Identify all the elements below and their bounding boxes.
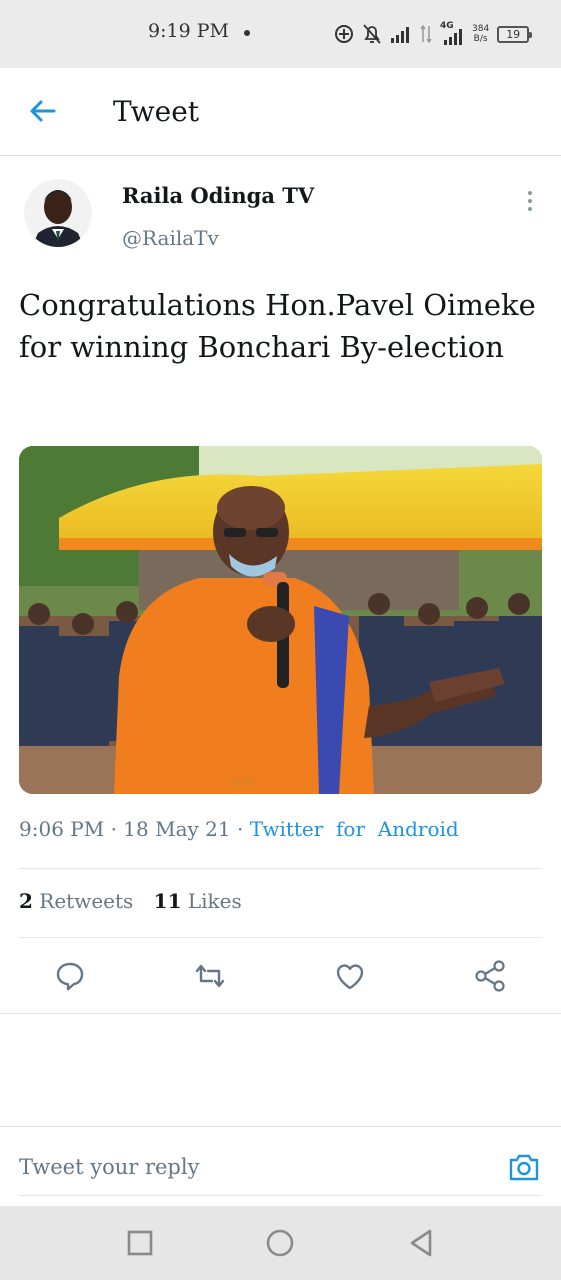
reply-button[interactable] xyxy=(52,958,88,994)
battery-icon: 19 xyxy=(497,25,533,43)
status-bar: 9:19 PM 4G 384 B/s 19 xyxy=(0,0,561,68)
retweet-label: Retweets xyxy=(39,889,134,913)
speed-value: 384 xyxy=(472,24,490,34)
more-options-button[interactable] xyxy=(520,186,540,214)
signal-4g-icon: 4G xyxy=(440,21,464,45)
home-icon xyxy=(266,1229,294,1257)
battery-level: 19 xyxy=(506,27,521,41)
notifications-off-icon xyxy=(363,24,381,44)
author-name[interactable]: Raila Odinga TV xyxy=(122,183,314,208)
status-time: 9:19 PM xyxy=(148,20,229,42)
tweet-actions xyxy=(0,950,561,1002)
retweet-count: 2 xyxy=(19,889,33,913)
retweet-button[interactable] xyxy=(192,958,228,994)
like-button[interactable] xyxy=(332,958,368,994)
likes-stat[interactable]: 11 Likes xyxy=(154,889,242,913)
tweet-stats: 2 Retweets 11 Likes xyxy=(19,889,256,913)
system-back-button[interactable] xyxy=(404,1226,438,1260)
tweet-time: 9:06 PM xyxy=(19,817,105,841)
back-icon xyxy=(410,1229,432,1257)
page-title: Tweet xyxy=(113,95,200,128)
meta-separator: · xyxy=(110,817,124,841)
retweet-icon xyxy=(195,964,225,988)
tweet-text: Congratulations Hon.Pavel Oimeke for win… xyxy=(19,288,536,364)
add-circle-icon xyxy=(335,25,353,43)
reply-underline xyxy=(19,1195,542,1196)
tweet-date: 18 May 21 xyxy=(123,817,231,841)
photo-watermark: GEM xyxy=(229,776,254,789)
author-avatar[interactable] xyxy=(24,179,92,247)
speed-unit: B/s xyxy=(473,34,488,44)
like-count: 11 xyxy=(153,889,182,913)
home-button[interactable] xyxy=(263,1226,297,1260)
back-button[interactable] xyxy=(26,94,60,128)
system-nav-bar xyxy=(0,1206,561,1280)
data-arrows-icon xyxy=(420,25,432,43)
network-speed: 384 B/s xyxy=(472,24,489,44)
recent-apps-button[interactable] xyxy=(123,1226,157,1260)
retweets-stat[interactable]: 2 Retweets xyxy=(19,889,140,913)
status-icons: 4G 384 B/s 19 xyxy=(334,20,533,48)
notification-dot xyxy=(244,30,250,36)
tweet-photo[interactable]: GEM xyxy=(19,446,542,794)
divider xyxy=(19,937,542,938)
meta-separator: · xyxy=(236,817,250,841)
reply-input[interactable] xyxy=(19,1150,479,1184)
section-divider xyxy=(0,1013,561,1014)
signal-icon xyxy=(391,27,409,43)
divider xyxy=(19,868,542,869)
app-header: Tweet xyxy=(0,68,561,156)
share-icon xyxy=(475,960,505,992)
like-icon xyxy=(336,964,364,990)
reply-bar-divider xyxy=(0,1126,561,1127)
author-handle[interactable]: @RailaTv xyxy=(122,226,219,250)
more-vertical-icon xyxy=(520,186,540,211)
camera-icon xyxy=(509,1154,539,1181)
reply-icon xyxy=(56,962,84,991)
tweet-source-link[interactable]: Twitter for Android xyxy=(250,817,459,841)
camera-button[interactable] xyxy=(506,1149,542,1185)
like-label: Likes xyxy=(187,889,242,913)
tweet-meta: 9:06 PM · 18 May 21 · Twitter for Androi… xyxy=(19,817,459,841)
back-arrow-icon xyxy=(30,100,56,122)
recent-apps-icon xyxy=(127,1230,153,1256)
share-button[interactable] xyxy=(472,958,508,994)
